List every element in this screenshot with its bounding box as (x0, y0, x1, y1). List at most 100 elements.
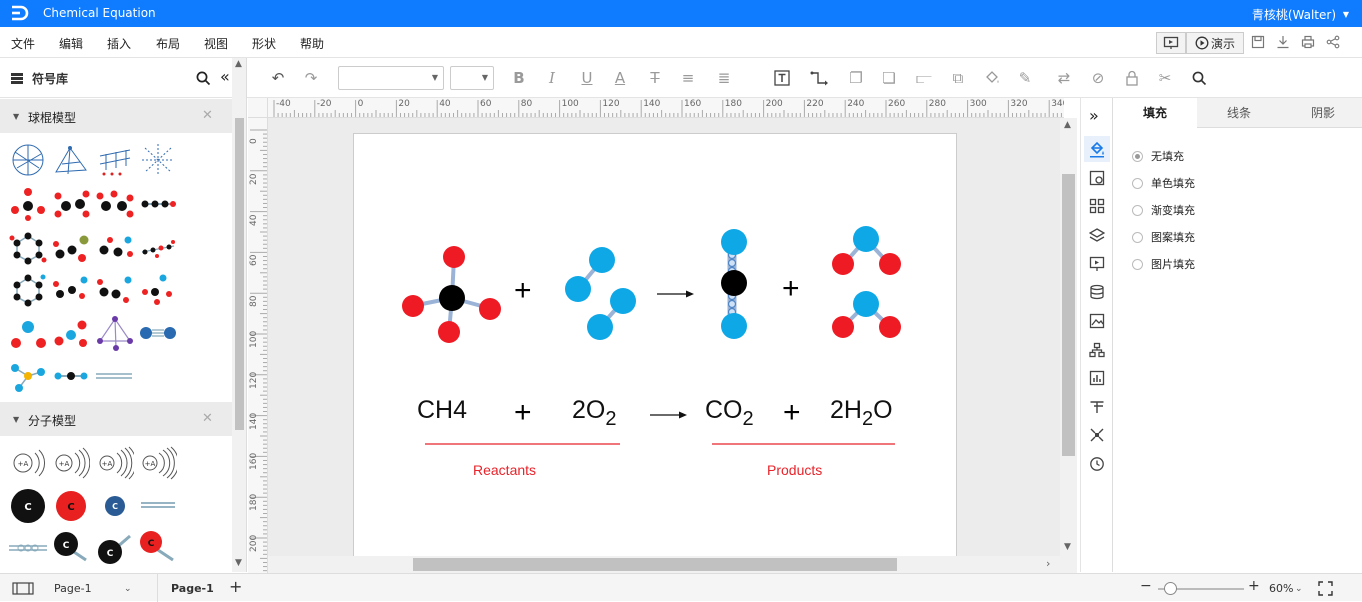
share-icon[interactable] (1324, 33, 1342, 51)
add-page-button[interactable]: + (229, 577, 242, 596)
menu-edit[interactable]: 编辑 (59, 35, 83, 52)
tab-shadow[interactable]: 阴影 (1281, 98, 1362, 128)
user-menu-chevron-icon[interactable]: ▼ (1343, 10, 1349, 19)
shape-item[interactable] (9, 142, 47, 178)
plus-sign[interactable]: + (782, 274, 800, 304)
canvas-vertical-scrollbar[interactable]: ▲ ▼ (1060, 118, 1077, 556)
close-icon[interactable]: ✕ (202, 108, 213, 123)
tab-line[interactable]: 线条 (1197, 98, 1281, 128)
font-color-icon[interactable]: A (610, 69, 630, 87)
text-box-icon[interactable] (772, 69, 792, 87)
shape-item[interactable] (96, 358, 134, 394)
scroll-down-icon[interactable]: ▼ (235, 558, 242, 568)
sidebar-scrollbar[interactable]: ▲ ▼ (232, 58, 246, 572)
org-chart-icon[interactable] (1087, 340, 1107, 360)
fullscreen-icon[interactable] (1318, 581, 1333, 596)
shape-item[interactable] (96, 315, 134, 351)
zoom-out-icon[interactable]: − (1140, 578, 1152, 594)
redo-icon[interactable]: ↷ (301, 69, 321, 87)
tab-fill[interactable]: 填充 (1113, 98, 1197, 128)
menu-file[interactable]: 文件 (11, 35, 35, 52)
group-icon[interactable]: ⧉ (948, 69, 968, 87)
chevron-down-icon[interactable]: ⌄ (1295, 584, 1303, 594)
products-label[interactable]: Products (767, 462, 822, 478)
chevron-down-icon[interactable]: ⌄ (124, 584, 132, 594)
shape-item[interactable]: C (52, 487, 90, 523)
strikethrough-icon[interactable]: T (645, 69, 665, 87)
tools-icon[interactable]: ✂ (1155, 69, 1175, 87)
category-molecule[interactable]: ▼ 分子模型 ✕ (0, 402, 232, 436)
shape-item[interactable] (9, 315, 47, 351)
present-button[interactable]: 演示 (1186, 32, 1244, 54)
canvas-area[interactable]: + + CH4 + 2O2 CO2 + 2H2O Reactants Produ… (268, 118, 1060, 556)
chart-icon[interactable] (1087, 368, 1107, 388)
product-h2o-label[interactable]: 2H2O (830, 398, 893, 430)
edit-shape-icon[interactable]: ⊘ (1088, 69, 1108, 87)
plus-sign[interactable]: + (514, 398, 532, 428)
italic-icon[interactable]: I (542, 69, 562, 87)
collapse-panel-icon[interactable]: « (220, 67, 230, 86)
app-logo-icon[interactable] (9, 4, 29, 22)
shape-item[interactable] (139, 186, 177, 222)
category-ball-stick[interactable]: ▼ 球棍模型 ✕ (0, 99, 232, 133)
underline-icon[interactable]: U (577, 69, 597, 87)
align-icon[interactable]: ≡ (678, 69, 698, 87)
expand-nodes-icon[interactable] (1087, 425, 1107, 445)
shape-item[interactable] (9, 230, 47, 266)
zoom-slider-handle[interactable] (1164, 582, 1177, 595)
shape-item[interactable] (96, 142, 134, 178)
search-icon[interactable] (196, 71, 211, 86)
send-back-icon[interactable]: ❏ (879, 69, 899, 87)
shape-item[interactable] (52, 358, 90, 394)
shape-item[interactable]: +A (9, 445, 47, 481)
download-icon[interactable] (1274, 33, 1292, 51)
search-icon[interactable] (1189, 69, 1209, 87)
shape-item[interactable] (9, 186, 47, 222)
shape-item[interactable] (139, 230, 177, 266)
close-icon[interactable]: ✕ (202, 411, 213, 426)
fill-option-pattern[interactable]: 图案填充 (1132, 229, 1195, 245)
reactant-ch4-label[interactable]: CH4 (417, 398, 467, 423)
shape-item[interactable] (9, 358, 47, 394)
fill-option-none[interactable]: 无填充 (1132, 148, 1184, 164)
shape-item[interactable] (139, 487, 177, 523)
image-icon[interactable] (1087, 311, 1107, 331)
align-objects-icon[interactable]: ⫍ (914, 69, 934, 87)
reaction-arrow[interactable] (657, 290, 694, 298)
shape-item[interactable] (139, 272, 177, 308)
shape-item[interactable]: +A (96, 445, 134, 481)
data-icon[interactable] (1087, 282, 1107, 302)
product-co2-label[interactable]: CO2 (705, 398, 754, 430)
shape-item[interactable]: C (52, 530, 90, 566)
history-icon[interactable] (1087, 454, 1107, 474)
carbon-dioxide-molecule[interactable] (721, 229, 747, 339)
connector-icon[interactable] (810, 69, 830, 87)
fill-bucket-icon[interactable] (982, 69, 1002, 87)
bring-front-icon[interactable]: ❐ (846, 69, 866, 87)
shape-item[interactable]: C (139, 530, 177, 566)
menu-insert[interactable]: 插入 (107, 35, 131, 52)
sidebar-scroll-thumb[interactable] (235, 118, 244, 430)
oxygen-molecules[interactable] (565, 247, 636, 340)
scroll-right-icon[interactable]: › (1046, 557, 1050, 570)
text-format-icon[interactable] (1087, 397, 1107, 417)
font-family-select[interactable]: ▼ (338, 66, 444, 90)
undo-icon[interactable]: ↶ (268, 69, 288, 87)
print-icon[interactable] (1299, 33, 1317, 51)
presentation-icon[interactable] (1087, 254, 1107, 274)
methane-molecule[interactable] (402, 246, 501, 343)
shape-item[interactable] (52, 142, 90, 178)
menu-help[interactable]: 帮助 (300, 35, 324, 52)
menu-layout[interactable]: 布局 (156, 35, 180, 52)
scroll-up-icon[interactable]: ▲ (235, 59, 242, 69)
user-name[interactable]: 青核桃(Walter) (1252, 6, 1336, 23)
shape-item[interactable]: C (96, 487, 134, 523)
fill-panel-icon[interactable] (1084, 136, 1110, 162)
radio-button[interactable] (1132, 150, 1143, 162)
fill-option-gradient[interactable]: 渐变填充 (1132, 202, 1195, 218)
radio-button[interactable] (1132, 231, 1143, 243)
shape-item[interactable]: +A (52, 445, 90, 481)
shape-item[interactable] (52, 230, 90, 266)
page-layout-icon[interactable] (12, 582, 34, 595)
shape-item[interactable] (9, 530, 47, 566)
